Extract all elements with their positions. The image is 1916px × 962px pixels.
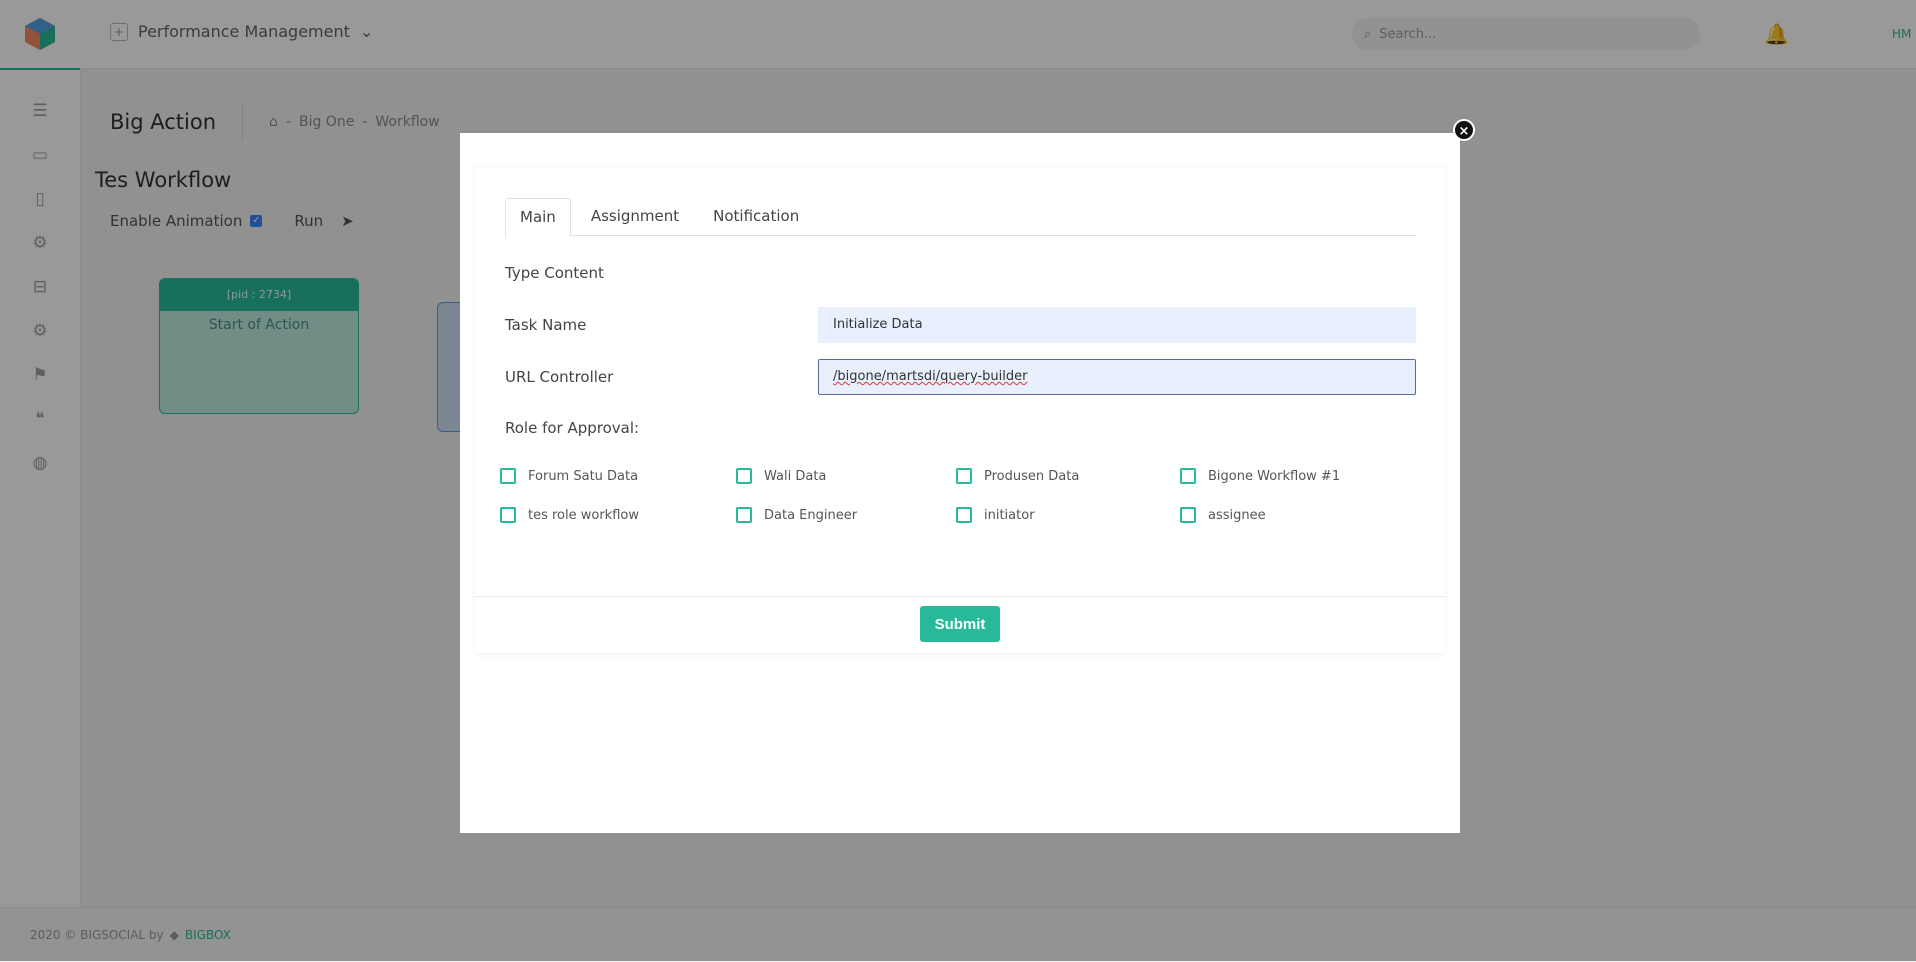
role-checkbox[interactable]: Forum Satu Data: [500, 468, 638, 484]
role-checkbox[interactable]: assignee: [1180, 507, 1266, 523]
checkbox[interactable]: [500, 468, 516, 484]
close-icon[interactable]: ×: [1453, 119, 1475, 141]
checkbox[interactable]: [500, 507, 516, 523]
url-controller-label: URL Controller: [505, 368, 614, 386]
task-name-label: Task Name: [505, 316, 587, 334]
role-label: Data Engineer: [764, 507, 858, 523]
tab-notification[interactable]: Notification: [699, 198, 813, 234]
modal-tabs: Main Assignment Notification: [505, 198, 1416, 237]
task-modal: Main Assignment Notification Type Conten…: [460, 133, 1460, 833]
checkbox[interactable]: [1180, 507, 1196, 523]
checkbox[interactable]: [956, 507, 972, 523]
checkbox[interactable]: [956, 468, 972, 484]
role-label: Forum Satu Data: [528, 468, 639, 484]
task-name-value: Initialize Data: [833, 317, 923, 332]
role-checkbox[interactable]: Data Engineer: [736, 507, 857, 523]
modal-card: Main Assignment Notification Type Conten…: [475, 168, 1445, 653]
role-checkbox[interactable]: tes role workflow: [500, 507, 639, 523]
role-label: Wali Data: [764, 468, 827, 484]
role-label: assignee: [1208, 507, 1266, 523]
task-name-input[interactable]: Initialize Data: [818, 307, 1416, 343]
checkbox[interactable]: [736, 468, 752, 484]
tab-main[interactable]: Main: [505, 198, 571, 237]
role-label: Bigone Workflow #1: [1208, 468, 1341, 484]
checkbox[interactable]: [736, 507, 752, 523]
url-controller-value: /bigone/martsdi/query-builder: [833, 369, 1028, 384]
type-content-label: Type Content: [505, 264, 604, 282]
role-checkbox[interactable]: initiator: [956, 507, 1035, 523]
modal-divider: [475, 596, 1445, 597]
checkbox[interactable]: [1180, 468, 1196, 484]
role-approval-label: Role for Approval:: [505, 419, 640, 437]
role-checkbox[interactable]: Produsen Data: [956, 468, 1079, 484]
tab-assignment[interactable]: Assignment: [577, 198, 693, 234]
role-label: Produsen Data: [984, 468, 1080, 484]
submit-button[interactable]: Submit: [920, 606, 1000, 642]
role-label: initiator: [984, 507, 1035, 523]
url-controller-input[interactable]: /bigone/martsdi/query-builder: [818, 359, 1416, 395]
role-checkbox[interactable]: Wali Data: [736, 468, 826, 484]
role-label: tes role workflow: [528, 507, 639, 523]
role-checkbox[interactable]: Bigone Workflow #1: [1180, 468, 1340, 484]
